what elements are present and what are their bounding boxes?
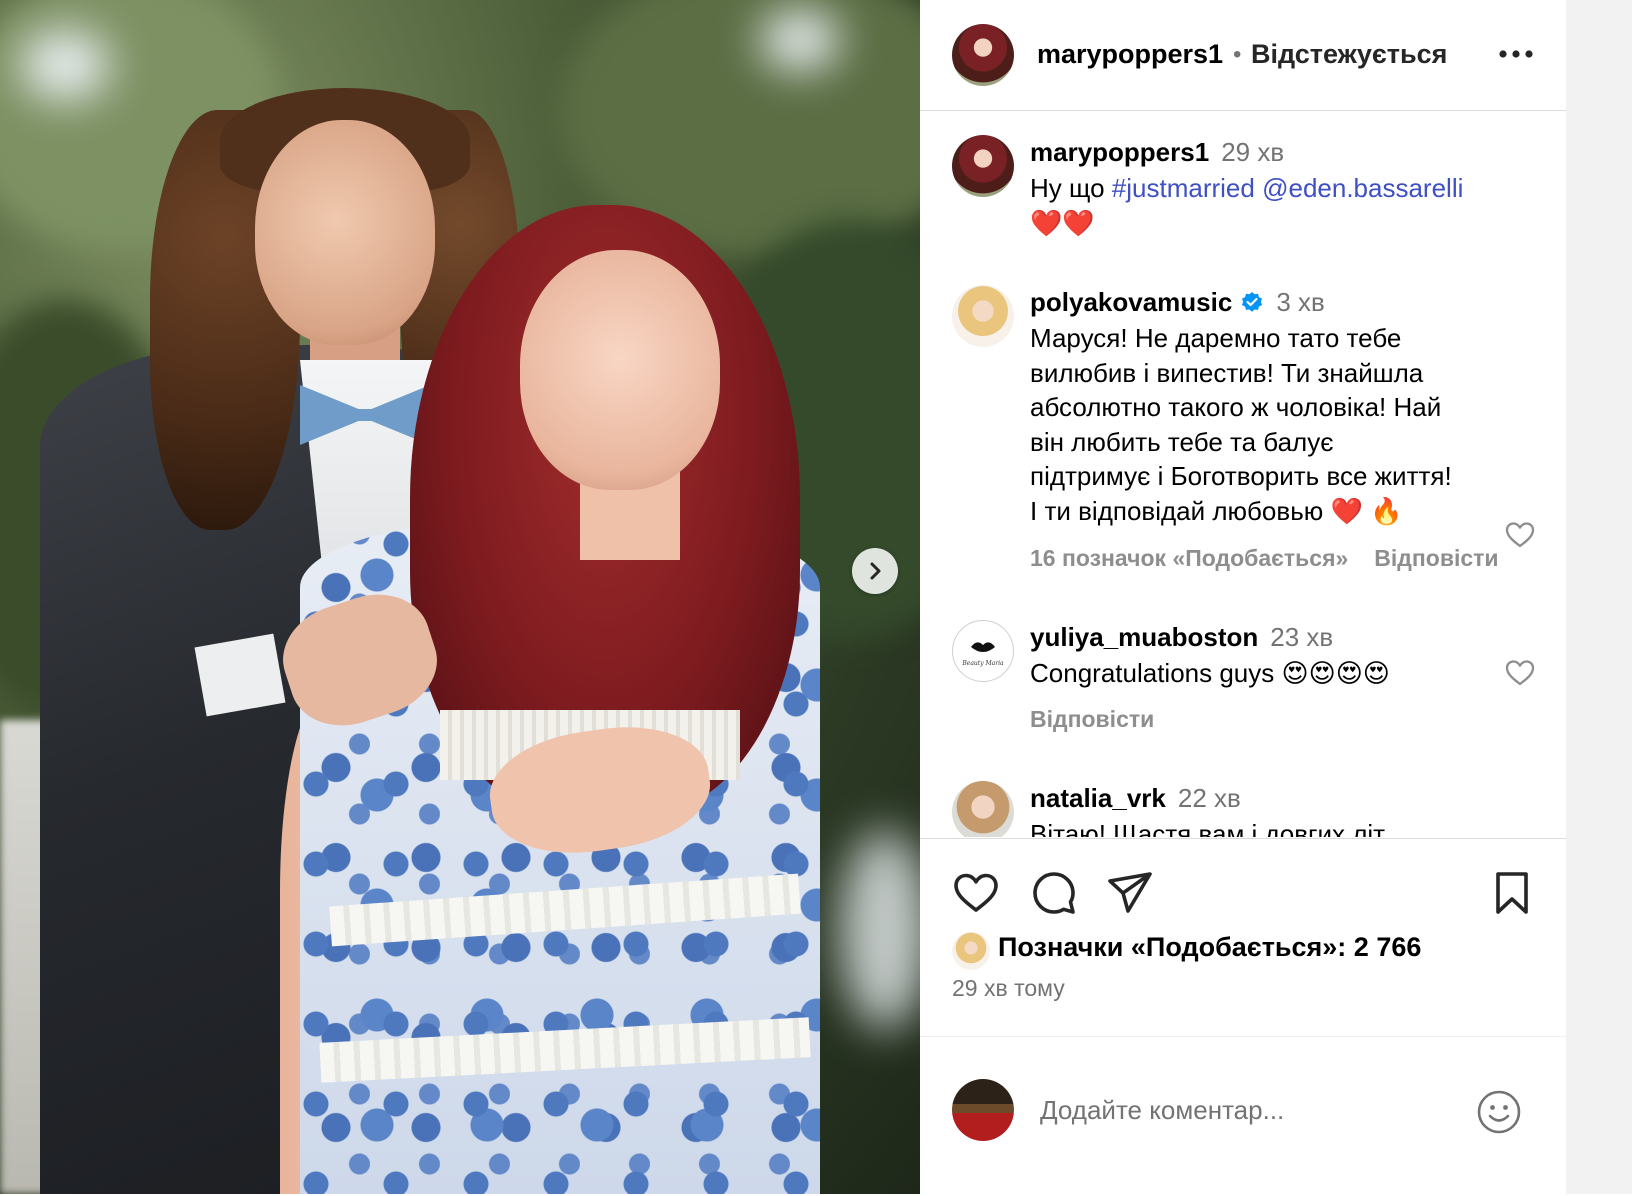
share-icon[interactable] xyxy=(1106,869,1154,917)
post-actions: Позначки «Подобається»: 2 766 29 хв тому xyxy=(920,838,1566,1195)
hashtag-link[interactable]: #justmarried xyxy=(1112,173,1255,203)
comment-time: 23 хв xyxy=(1270,622,1334,652)
commenter-username[interactable]: polyakovamusic xyxy=(1030,287,1232,317)
next-photo-button[interactable] xyxy=(852,548,898,594)
commenter-avatar[interactable] xyxy=(952,781,1014,837)
comment-time: 3 хв xyxy=(1276,287,1325,317)
header-separator: • xyxy=(1233,41,1242,68)
add-comment-input[interactable] xyxy=(1038,1089,1462,1131)
commenter-avatar[interactable]: Beauty Maria xyxy=(952,620,1014,682)
commenter-avatar[interactable] xyxy=(952,285,1014,347)
comment-like-icon[interactable] xyxy=(1504,657,1536,689)
caption-avatar[interactable] xyxy=(952,135,1014,197)
heart-icon[interactable] xyxy=(952,869,1000,917)
window-edge xyxy=(1566,0,1632,1194)
comment-text: Маруся! Не даремно тато тебе вилюбив і в… xyxy=(1030,321,1500,528)
comment-time: 22 хв xyxy=(1177,783,1241,813)
comment-meta: 16 позначок «Подобається» Відповісти xyxy=(1030,545,1499,572)
current-user-avatar xyxy=(952,1079,1014,1141)
author-username[interactable]: marypoppers1 xyxy=(1037,39,1223,70)
comment-line: І ти відповідай любовью ❤️ 🔥 xyxy=(1030,495,1403,526)
caption-text-start: Ну що xyxy=(1030,173,1112,203)
caption-emojis: ❤️❤️ xyxy=(1030,207,1095,238)
mention-link[interactable]: @eden.bassarelli xyxy=(1262,173,1463,203)
comment-line: вилюбив і випестив! Ти знайшла xyxy=(1030,357,1424,388)
comment-text: Congratulations guys 😍😍😍😍 xyxy=(1030,658,1390,688)
post-photo xyxy=(0,0,958,1194)
comment-line: абсолютно такого ж чоловіка! Най xyxy=(1030,392,1442,422)
liker-avatar[interactable] xyxy=(952,932,990,970)
comment-text: Вітаю! Щастя вам і довгих літ xyxy=(1030,819,1386,837)
post-timestamp[interactable]: 29 хв тому xyxy=(952,975,1065,1002)
caption-text: Ну що #justmarried @eden.bassarelli ❤️❤️ xyxy=(1030,171,1500,240)
likes-count[interactable]: Позначки «Подобається»: 2 766 xyxy=(998,932,1421,963)
comment-likes-link[interactable]: 16 позначок «Подобається» xyxy=(1030,545,1348,571)
comment-line: він любить тебе та балує xyxy=(1030,426,1334,457)
emoji-icon[interactable] xyxy=(1476,1089,1522,1135)
reply-button[interactable]: Відповісти xyxy=(1030,706,1154,732)
following-button[interactable]: Відстежується xyxy=(1251,39,1447,70)
comment-meta: Відповісти xyxy=(1030,706,1154,733)
verified-badge-icon xyxy=(1242,292,1263,312)
post-header: marypoppers1 • Відстежується xyxy=(920,0,1566,111)
avatar-logo-text: Beauty Maria xyxy=(961,660,1004,667)
reply-button[interactable]: Відповісти xyxy=(1374,545,1498,571)
comment-icon[interactable] xyxy=(1030,869,1078,917)
comment-line: Маруся! Не даремно тато тебе xyxy=(1030,323,1402,353)
post-details-panel: marypoppers1 • Відстежується marypoppers… xyxy=(920,0,1566,1194)
comments-list[interactable]: marypoppers1 29 хв Ну що #justmarried @ed… xyxy=(920,111,1566,837)
add-comment-bar xyxy=(920,1036,1566,1196)
comment-line: підтримує і Боготворить все життя! xyxy=(1030,461,1452,491)
caption-username[interactable]: marypoppers1 xyxy=(1030,137,1209,167)
more-horizontal-icon xyxy=(1499,50,1533,58)
commenter-username[interactable]: natalia_vrk xyxy=(1030,783,1166,813)
comment-like-icon[interactable] xyxy=(1504,519,1536,551)
instagram-post-window: marypoppers1 • Відстежується marypoppers… xyxy=(0,0,1632,1194)
author-avatar[interactable] xyxy=(952,24,1014,86)
more-options-button[interactable] xyxy=(1492,30,1540,78)
chevron-right-icon xyxy=(870,562,881,580)
bookmark-icon[interactable] xyxy=(1488,869,1536,917)
lips-logo-icon: Beauty Maria xyxy=(961,642,1004,667)
caption-time: 29 хв xyxy=(1221,137,1285,167)
commenter-username[interactable]: yuliya_muaboston xyxy=(1030,622,1258,652)
